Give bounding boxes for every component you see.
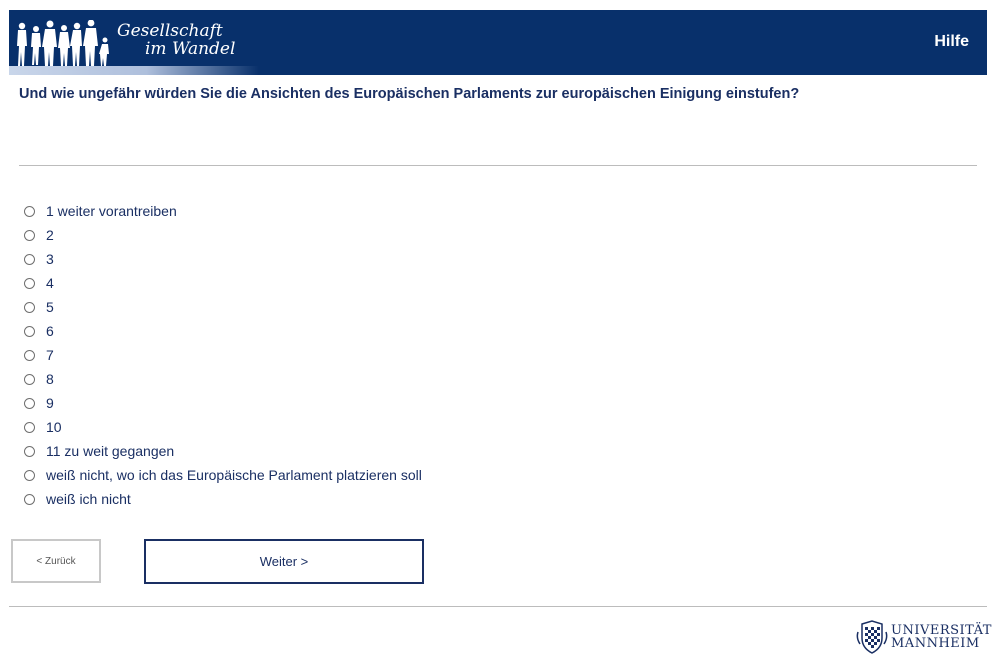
option-3[interactable]: 3: [22, 247, 422, 271]
option-1[interactable]: 1 weiter vorantreiben: [22, 199, 422, 223]
option-label: weiß ich nicht: [46, 491, 131, 507]
university-line-2: MANNHEIM: [891, 636, 980, 651]
option-label: 2: [46, 227, 54, 243]
radio-button[interactable]: [24, 397, 35, 409]
option-dont-know-placement[interactable]: weiß nicht, wo ich das Europäische Parla…: [22, 463, 422, 487]
radio-button[interactable]: [24, 229, 35, 241]
logo-line-1: Gesellschaft: [117, 21, 223, 41]
option-7[interactable]: 7: [22, 343, 422, 367]
option-label: 6: [46, 323, 54, 339]
option-4[interactable]: 4: [22, 271, 422, 295]
option-label: 9: [46, 395, 54, 411]
radio-button[interactable]: [24, 301, 35, 313]
option-label: 10: [46, 419, 62, 435]
option-label: weiß nicht, wo ich das Europäische Parla…: [46, 467, 422, 483]
university-name: UNIVERSITÄT MANNHEIM: [891, 624, 992, 650]
university-crest-icon: [856, 620, 888, 654]
radio-button[interactable]: [24, 469, 35, 481]
help-link[interactable]: Hilfe: [934, 33, 969, 51]
option-6[interactable]: 6: [22, 319, 422, 343]
radio-button[interactable]: [24, 373, 35, 385]
option-8[interactable]: 8: [22, 367, 422, 391]
option-dont-know[interactable]: weiß ich nicht: [22, 487, 422, 511]
option-label: 5: [46, 299, 54, 315]
next-button[interactable]: Weiter >: [144, 539, 424, 584]
option-label: 11 zu weit gegangen: [46, 443, 175, 459]
radio-button[interactable]: [24, 325, 35, 337]
radio-button[interactable]: [24, 253, 35, 265]
option-label: 7: [46, 347, 54, 363]
option-label: 8: [46, 371, 54, 387]
radio-button[interactable]: [24, 493, 35, 505]
option-5[interactable]: 5: [22, 295, 422, 319]
radio-button[interactable]: [24, 349, 35, 361]
logo-text: Gesellschaft im Wandel: [117, 22, 235, 58]
logo-line-2: im Wandel: [145, 39, 236, 59]
option-label: 3: [46, 251, 54, 267]
option-label: 4: [46, 275, 54, 291]
back-button[interactable]: < Zurück: [11, 539, 101, 583]
option-label: 1 weiter vorantreiben: [46, 203, 177, 219]
option-10[interactable]: 10: [22, 415, 422, 439]
header-banner: Gesellschaft im Wandel Hilfe: [9, 10, 987, 75]
footer-divider: [9, 606, 987, 607]
option-9[interactable]: 9: [22, 391, 422, 415]
option-11[interactable]: 11 zu weit gegangen: [22, 439, 422, 463]
radio-button[interactable]: [24, 205, 35, 217]
header-fade-stripe: [9, 66, 259, 75]
universitaet-mannheim-logo: UNIVERSITÄT MANNHEIM: [856, 620, 992, 654]
radio-button[interactable]: [24, 277, 35, 289]
radio-button[interactable]: [24, 445, 35, 457]
question-text: Und wie ungefähr würden Sie die Ansichte…: [19, 86, 800, 102]
radio-button[interactable]: [24, 421, 35, 433]
people-silhouettes-icon: [17, 20, 109, 66]
divider: [19, 165, 977, 166]
answer-options: 1 weiter vorantreiben 2 3 4 5 6 7 8 9 10…: [22, 199, 422, 511]
option-2[interactable]: 2: [22, 223, 422, 247]
